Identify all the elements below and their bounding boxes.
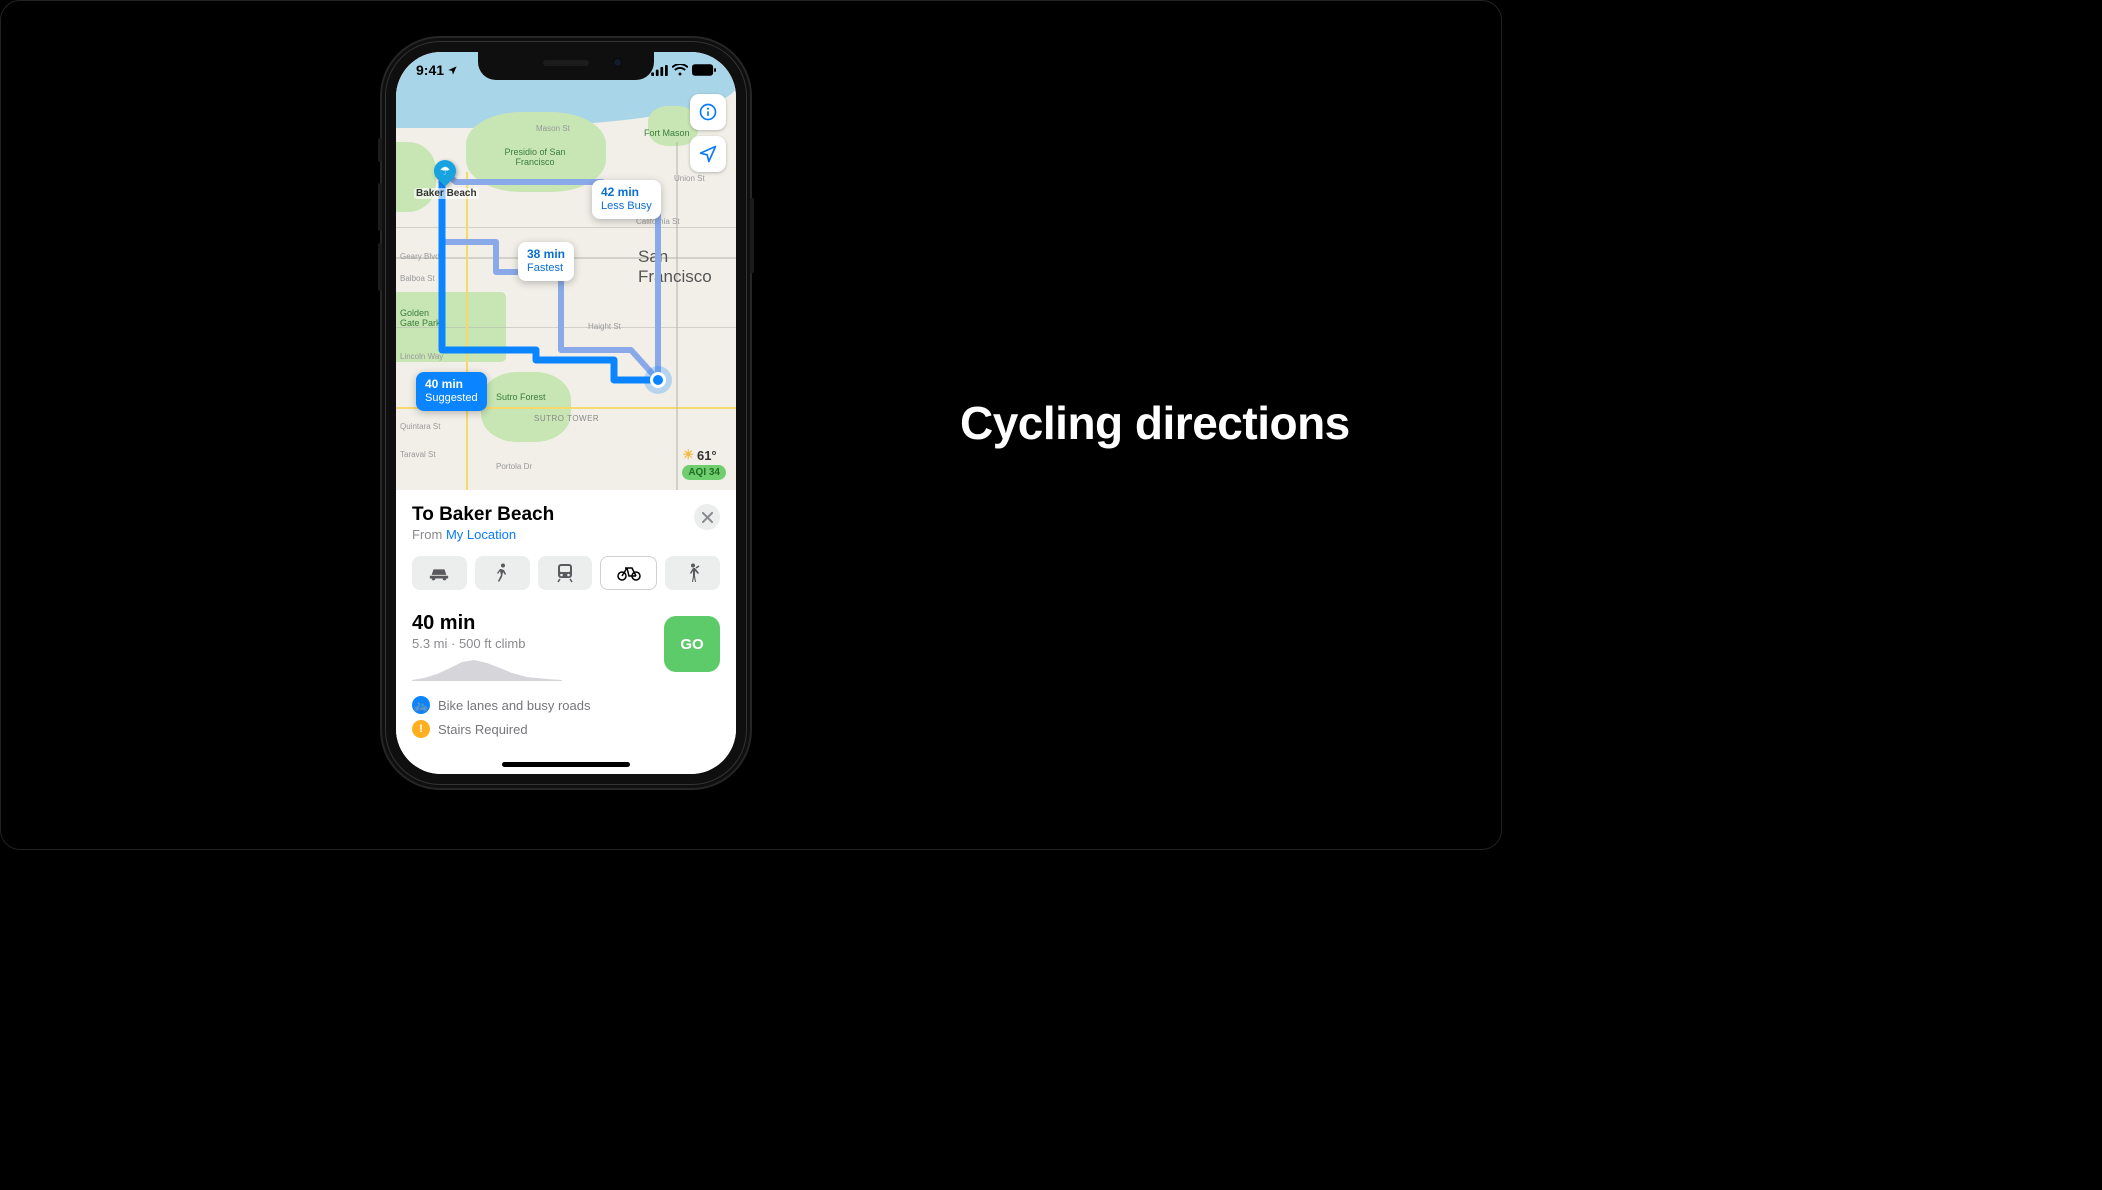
elevation-chart xyxy=(412,659,562,681)
walk-icon xyxy=(495,563,509,583)
rideshare-icon xyxy=(686,563,700,583)
sheet-from[interactable]: From My Location xyxy=(412,527,554,542)
battery-icon xyxy=(692,64,716,76)
poi-sutro-tower: SUTRO TOWER xyxy=(534,414,599,423)
note-text: Bike lanes and busy roads xyxy=(438,698,590,713)
callout-time: 38 min xyxy=(527,247,565,262)
umbrella-icon: ☂ xyxy=(434,160,456,182)
from-label: From xyxy=(412,527,446,542)
bike-badge-icon: 🚲 xyxy=(412,696,430,714)
locate-icon xyxy=(698,144,718,164)
phone-frame: 9:41 Presidio of San xyxy=(382,38,750,788)
street-union: Union St xyxy=(674,174,705,183)
mode-transit[interactable] xyxy=(538,556,593,590)
warn-badge-icon: ! xyxy=(412,720,430,738)
transit-icon xyxy=(556,563,574,583)
route-sub: 5.3 mi · 500 ft climb xyxy=(412,636,590,651)
volume-up-button[interactable] xyxy=(378,183,382,231)
mode-bike[interactable] xyxy=(600,556,657,590)
mode-rideshare[interactable] xyxy=(665,556,720,590)
route-callout-lessbusy[interactable]: 42 min Less Busy xyxy=(592,180,661,219)
route-time: 40 min xyxy=(412,612,590,635)
destination-pin[interactable]: ☂ xyxy=(429,155,460,186)
close-icon xyxy=(702,512,713,523)
callout-time: 42 min xyxy=(601,185,652,200)
map-info-button[interactable] xyxy=(690,94,726,130)
callout-sub: Fastest xyxy=(527,262,565,276)
route-callout-suggested[interactable]: 40 min Suggested xyxy=(416,372,487,411)
current-location-dot xyxy=(650,372,666,388)
home-indicator[interactable] xyxy=(502,762,630,767)
from-location: My Location xyxy=(446,527,516,542)
bike-icon xyxy=(617,565,641,581)
map-locate-button[interactable] xyxy=(690,136,726,172)
callout-sub: Suggested xyxy=(425,392,478,406)
mute-switch[interactable] xyxy=(378,138,382,162)
poi-presidio: Presidio of San Francisco xyxy=(500,147,570,167)
street-quintara: Quintara St xyxy=(400,422,440,431)
close-button[interactable] xyxy=(694,504,720,530)
poi-golden-gate: Golden Gate Park xyxy=(400,308,450,328)
transport-modes xyxy=(412,556,720,590)
street-portola: Portola Dr xyxy=(496,462,532,471)
sheet-title: To Baker Beach xyxy=(412,504,554,526)
cellular-icon xyxy=(651,65,668,76)
directions-sheet: To Baker Beach From My Location 40 xyxy=(396,490,736,774)
location-arrow-icon xyxy=(447,65,458,76)
note-bike-lanes: 🚲 Bike lanes and busy roads xyxy=(412,696,590,714)
mode-car[interactable] xyxy=(412,556,467,590)
route-callout-fastest[interactable]: 38 min Fastest xyxy=(518,242,574,281)
phone-screen: 9:41 Presidio of San xyxy=(396,52,736,774)
status-right xyxy=(651,64,716,76)
slide-title: Cycling directions xyxy=(960,396,1350,450)
street-balboa: Balboa St xyxy=(400,274,435,283)
notch xyxy=(478,52,654,80)
street-haight: Haight St xyxy=(588,322,621,331)
car-icon xyxy=(428,565,450,581)
volume-down-button[interactable] xyxy=(378,243,382,291)
weather-temp: 61° xyxy=(697,448,717,463)
callout-sub: Less Busy xyxy=(601,200,652,214)
city-label: San Francisco xyxy=(638,247,736,287)
wifi-icon xyxy=(672,64,688,76)
weather-widget[interactable]: ☀61° AQI 34 xyxy=(682,447,726,480)
status-time: 9:41 xyxy=(416,62,444,78)
sun-icon: ☀ xyxy=(682,447,694,463)
note-stairs: ! Stairs Required xyxy=(412,720,590,738)
poi-fort-mason: Fort Mason xyxy=(644,128,690,138)
mode-walk[interactable] xyxy=(475,556,530,590)
destination-label: Baker Beach xyxy=(414,188,479,199)
power-button[interactable] xyxy=(750,198,754,273)
poi-sutro-forest: Sutro Forest xyxy=(496,392,546,402)
info-icon xyxy=(698,102,718,122)
map-canvas[interactable]: Presidio of San Francisco Fort Mason Gol… xyxy=(396,52,736,490)
street-mason: Mason St xyxy=(536,124,570,133)
weather-aqi: AQI 34 xyxy=(682,465,726,480)
note-text: Stairs Required xyxy=(438,722,528,737)
street-geary: Geary Blvd xyxy=(400,252,440,261)
street-lincoln: Lincoln Way xyxy=(400,352,443,361)
callout-time: 40 min xyxy=(425,377,478,392)
street-taraval: Taraval St xyxy=(400,450,436,459)
go-button[interactable]: GO xyxy=(664,616,720,672)
